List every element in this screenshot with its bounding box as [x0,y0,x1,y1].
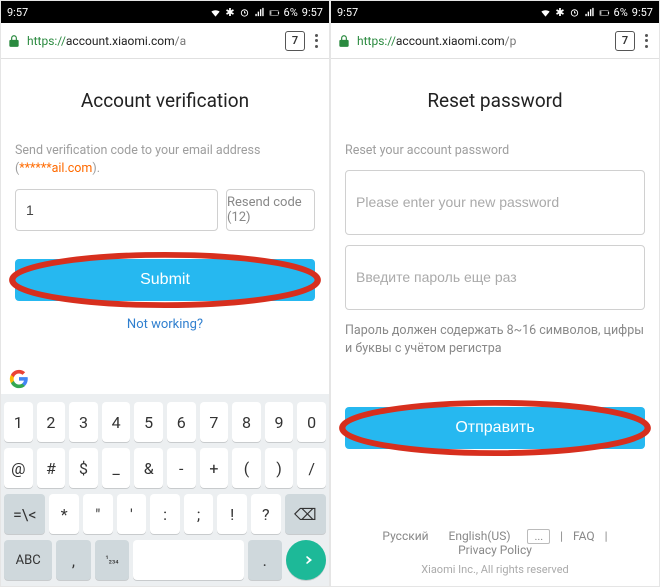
url-bar[interactable]: https://account.xiaomi.com/a 7 [1,23,329,59]
key[interactable]: 9 [265,402,294,442]
not-working-link-wrap: Not working? [15,313,315,332]
battery-icon [269,7,280,18]
key[interactable]: 7 [200,402,229,442]
key[interactable]: + [200,448,229,488]
key[interactable]: * [49,494,79,534]
keyboard-row-3: =\< * " ' : ; ! ? ⌫ [4,494,326,534]
status-bar: 9:57 ✱ 6% 9:57 [331,1,659,23]
status-time: 9:57 [337,6,358,19]
page-title: Account verification [15,89,315,112]
status-bar: 9:57 ✱ 6% 9:57 [1,1,329,23]
status-indicators: ✱ 6% 9:57 [210,6,323,19]
new-password-input[interactable] [345,170,645,235]
confirm-password-input[interactable] [345,245,645,310]
key[interactable]: ! [217,494,247,534]
faq-link[interactable]: FAQ [573,529,595,543]
footer-copyright: Xiaomi Inc., All rights reserved [345,563,645,576]
key[interactable]: $ [69,448,98,488]
key[interactable]: 8 [232,402,261,442]
key-abc[interactable]: ABC [4,540,52,580]
key[interactable]: ; [184,494,214,534]
key[interactable]: 1 [4,402,33,442]
key-comma[interactable]: , [56,540,90,580]
page-content: Reset password Reset your account passwo… [331,59,659,586]
password-requirements: Пароль должен содержать 8~16 символов, ц… [345,322,645,357]
key[interactable]: - [167,448,196,488]
keyboard-google-bar[interactable] [1,364,329,394]
lock-icon [7,34,21,48]
privacy-link[interactable]: Privacy Policy [458,543,532,557]
key[interactable]: 4 [102,402,131,442]
url-text: https://account.xiaomi.com/p [357,34,609,48]
key[interactable]: ( [232,448,261,488]
key-backspace[interactable]: ⌫ [285,494,326,534]
screen-right: 9:57 ✱ 6% 9:57 https://account.xiaomi.co… [330,0,660,587]
browser-menu-icon[interactable] [315,33,319,49]
url-text: https://account.xiaomi.com/a [27,34,279,48]
footer-links: Русский English(US) ... | FAQ | Privacy … [345,529,645,557]
key-period[interactable]: . [248,540,282,580]
key[interactable]: ) [265,448,294,488]
not-working-link[interactable]: Not working? [127,317,203,332]
alarm-icon [569,7,580,18]
key[interactable]: 0 [297,402,326,442]
key-lang[interactable]: ¹₂₃₄ [95,540,129,580]
status-time-right: 9:57 [632,6,653,19]
page-title: Reset password [345,89,645,112]
key[interactable]: 2 [37,402,66,442]
bluetooth-icon: ✱ [555,6,564,19]
alarm-icon [239,7,250,18]
key[interactable]: " [83,494,113,534]
battery-percent: 6% [614,6,628,19]
status-time-right: 9:57 [302,6,323,19]
key[interactable]: : [150,494,180,534]
key[interactable]: ' [117,494,147,534]
lock-icon [337,34,351,48]
key[interactable]: # [37,448,66,488]
key[interactable]: 6 [167,402,196,442]
screen-left: 9:57 ✱ 6% 9:57 https://account.xiaomi.co… [0,0,330,587]
key-space[interactable] [133,540,243,580]
key[interactable]: 5 [134,402,163,442]
keyboard-row-4: ABC , ¹₂₃₄ . [4,540,326,580]
page-subtitle: Reset your account password [345,142,645,160]
key[interactable]: / [297,448,326,488]
resend-button[interactable]: Resend code (12) [226,189,315,231]
bluetooth-icon: ✱ [225,6,234,19]
key[interactable]: _ [102,448,131,488]
lang-en-link[interactable]: English(US) [449,529,511,543]
key-symbols-shift[interactable]: =\< [4,494,45,534]
signal-icon [254,7,265,18]
keyboard-row-1: 1234567890 [4,402,326,442]
signal-icon [584,7,595,18]
lang-more-button[interactable]: ... [527,529,550,544]
key-enter[interactable] [286,540,326,580]
on-screen-keyboard: 1234567890 @#$_&-+()/ =\< * " ' : ; ! ? … [1,364,329,586]
verification-hint: Send verification code to your email add… [15,142,315,177]
key[interactable]: 3 [69,402,98,442]
browser-menu-icon[interactable] [645,33,649,49]
arrow-right-icon [297,551,315,569]
status-time: 9:57 [7,6,28,19]
wifi-icon [210,7,221,18]
tab-count[interactable]: 7 [285,31,305,51]
key[interactable]: @ [4,448,33,488]
wifi-icon [540,7,551,18]
google-icon [9,369,29,389]
battery-percent: 6% [284,6,298,19]
lang-ru-link[interactable]: Русский [382,529,428,543]
key[interactable]: ? [251,494,281,534]
battery-icon [599,7,610,18]
tab-count[interactable]: 7 [615,31,635,51]
page-content: Account verification Send verification c… [1,59,329,364]
status-indicators: ✱ 6% 9:57 [540,6,653,19]
submit-button[interactable]: Отправить [345,407,645,449]
url-bar[interactable]: https://account.xiaomi.com/p 7 [331,23,659,59]
code-input[interactable] [15,189,218,231]
submit-button[interactable]: Submit [15,259,315,301]
keyboard-row-2: @#$_&-+()/ [4,448,326,488]
key[interactable]: & [134,448,163,488]
